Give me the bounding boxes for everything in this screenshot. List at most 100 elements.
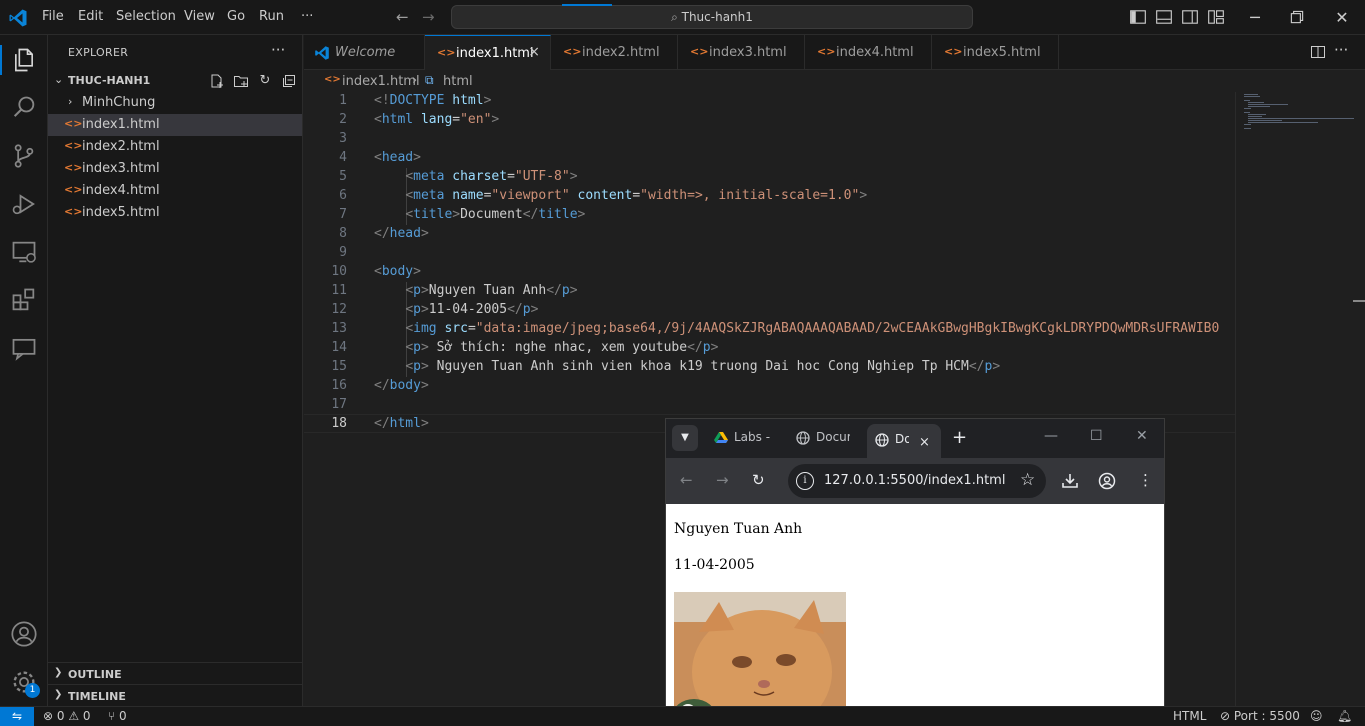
html-file-icon: <> xyxy=(690,45,709,58)
minimize-icon[interactable]: — xyxy=(1044,428,1058,444)
download-icon[interactable] xyxy=(1061,472,1079,490)
new-folder-icon[interactable] xyxy=(233,73,249,89)
menu-run[interactable]: Run xyxy=(259,9,284,24)
explorer-files-icon[interactable] xyxy=(10,46,38,74)
collapse-all-icon[interactable] xyxy=(281,73,297,89)
line-number: 8 xyxy=(339,226,347,241)
html-file-icon: <> xyxy=(64,183,83,196)
live-server-port[interactable]: ⊘ Port : 5500 xyxy=(1220,709,1300,723)
close-tab-icon[interactable]: × xyxy=(528,44,540,60)
browser-tab-labs[interactable]: Labs - xyxy=(706,427,778,449)
line-number: 3 xyxy=(339,131,347,146)
run-debug-icon[interactable] xyxy=(10,190,38,218)
globe-icon xyxy=(875,433,889,447)
tree-file-index1[interactable]: <> index1.html xyxy=(48,114,302,136)
forward-arrow-icon[interactable]: → xyxy=(422,8,435,26)
breadcrumb-node[interactable]: html xyxy=(443,74,473,89)
code-text: Document xyxy=(460,207,523,222)
remote-explorer-icon[interactable] xyxy=(10,238,38,266)
explorer-more-button[interactable]: ··· xyxy=(271,41,285,59)
line-number: 16 xyxy=(331,378,347,393)
chevron-right-icon: › xyxy=(68,95,73,108)
tree-item-label: MinhChung xyxy=(82,95,156,110)
browser-tab-document[interactable]: Docur xyxy=(788,427,862,449)
html-file-icon: <> xyxy=(64,117,83,130)
new-file-icon[interactable] xyxy=(209,73,225,89)
notifications-bell-icon[interactable]: 🔔︎ xyxy=(1337,709,1352,723)
bookmark-star-icon[interactable]: ☆ xyxy=(1020,470,1035,490)
close-window-icon[interactable]: ✕ xyxy=(1333,8,1351,27)
back-arrow-icon[interactable]: ← xyxy=(396,8,409,26)
customize-layout-icon[interactable] xyxy=(1207,8,1225,26)
tab-index4[interactable]: <> index4.html xyxy=(805,35,932,70)
tab-index3[interactable]: <> index3.html xyxy=(678,35,805,70)
split-editor-icon[interactable] xyxy=(1310,44,1326,60)
chevron-right-icon: ❯ xyxy=(54,667,63,678)
tab-index2[interactable]: <> index2.html xyxy=(551,35,678,70)
menu-more[interactable]: ··· xyxy=(301,9,313,24)
tab-search-chevron-icon[interactable]: ▼ xyxy=(672,425,698,451)
forward-arrow-icon[interactable]: → xyxy=(716,471,729,489)
code-string: "UTF-8" xyxy=(514,169,570,184)
line-number: 18 xyxy=(331,416,347,431)
menu-view[interactable]: View xyxy=(184,9,215,24)
back-arrow-icon[interactable]: ← xyxy=(680,471,693,489)
code-string: "viewport" xyxy=(491,188,570,203)
toggle-panel-icon[interactable] xyxy=(1155,8,1173,26)
code-line: 14 <p> Sở thích: nghe nhac, xem youtube<… xyxy=(304,339,1235,358)
code-line: 9 xyxy=(304,244,1235,263)
source-control-icon[interactable] xyxy=(10,142,38,170)
new-tab-button[interactable]: + xyxy=(952,427,967,448)
extensions-icon[interactable] xyxy=(10,286,38,314)
menu-go[interactable]: Go xyxy=(227,9,245,24)
profile-icon[interactable] xyxy=(1098,472,1116,490)
site-info-icon[interactable]: i xyxy=(796,472,814,490)
tree-folder-minhchung[interactable]: › MinhChung xyxy=(48,92,302,114)
menu-edit[interactable]: Edit xyxy=(78,9,103,24)
browser-tab-active[interactable]: Do × xyxy=(867,424,941,458)
browser-menu-icon[interactable]: ⋮ xyxy=(1138,471,1153,489)
copilot-icon[interactable]: ☺ xyxy=(1310,709,1323,723)
menu-file[interactable]: File xyxy=(42,9,64,24)
chat-preview-icon[interactable] xyxy=(10,334,38,362)
tree-file-index5[interactable]: <> index5.html xyxy=(48,202,302,224)
accounts-icon[interactable] xyxy=(10,620,38,648)
menu-selection[interactable]: Selection xyxy=(116,9,176,24)
tab-index1[interactable]: <> index1.html × xyxy=(425,35,551,70)
toggle-primary-sidebar-icon[interactable] xyxy=(1129,8,1147,26)
address-bar[interactable]: i 127.0.0.1:5500/index1.html ☆ xyxy=(788,464,1046,498)
line-number: 13 xyxy=(331,321,347,336)
tree-file-index4[interactable]: <> index4.html xyxy=(48,180,302,202)
scrollbar-thumb[interactable] xyxy=(1353,300,1365,302)
code-line: 1 <!DOCTYPE html> xyxy=(304,92,1235,111)
language-mode[interactable]: HTML xyxy=(1173,709,1206,723)
command-center-search[interactable]: ⌕ Thuc-hanh1 xyxy=(451,4,973,29)
tree-file-index3[interactable]: <> index3.html xyxy=(48,158,302,180)
refresh-icon[interactable]: ↻ xyxy=(257,73,273,89)
outline-section[interactable]: ❯ OUTLINE xyxy=(48,662,302,684)
restore-icon[interactable] xyxy=(1288,8,1306,26)
editor-tabs: Welcome <> index1.html × <> index2.html … xyxy=(304,35,1365,70)
explorer-sidebar: EXPLORER ··· ⌄ THUC-HANH1 ↻ › MinhChung … xyxy=(48,35,303,706)
remote-indicator-icon[interactable]: ⇋ xyxy=(0,707,34,726)
editor-more-button[interactable]: ··· xyxy=(1334,41,1348,59)
problems-indicator[interactable]: ⊗ 0 ⚠ 0 xyxy=(43,709,91,723)
minimap[interactable] xyxy=(1235,92,1354,706)
search-icon[interactable] xyxy=(10,94,38,122)
code-string: "data:image/jpeg;base64,/9j/4AAQSkZJRgAB… xyxy=(475,321,1220,336)
tree-item-label: index3.html xyxy=(82,161,160,176)
maximize-icon[interactable]: ☐ xyxy=(1090,428,1103,444)
minimize-icon[interactable]: ─ xyxy=(1246,8,1264,27)
workspace-folder-header[interactable]: ⌄ THUC-HANH1 ↻ xyxy=(48,70,302,92)
reload-icon[interactable]: ↻ xyxy=(752,471,765,489)
html-file-icon: <> xyxy=(817,45,836,58)
close-window-icon[interactable]: ✕ xyxy=(1136,428,1148,444)
tree-file-index2[interactable]: <> index2.html xyxy=(48,136,302,158)
breadcrumb-file[interactable]: index1.html xyxy=(342,74,420,89)
tab-welcome[interactable]: Welcome xyxy=(304,35,425,70)
timeline-section[interactable]: ❯ TIMELINE xyxy=(48,684,302,706)
close-tab-icon[interactable]: × xyxy=(919,435,930,450)
tab-index5[interactable]: <> index5.html xyxy=(932,35,1059,70)
ports-indicator[interactable]: ⑂ 0 xyxy=(108,709,127,723)
toggle-secondary-sidebar-icon[interactable] xyxy=(1181,8,1199,26)
